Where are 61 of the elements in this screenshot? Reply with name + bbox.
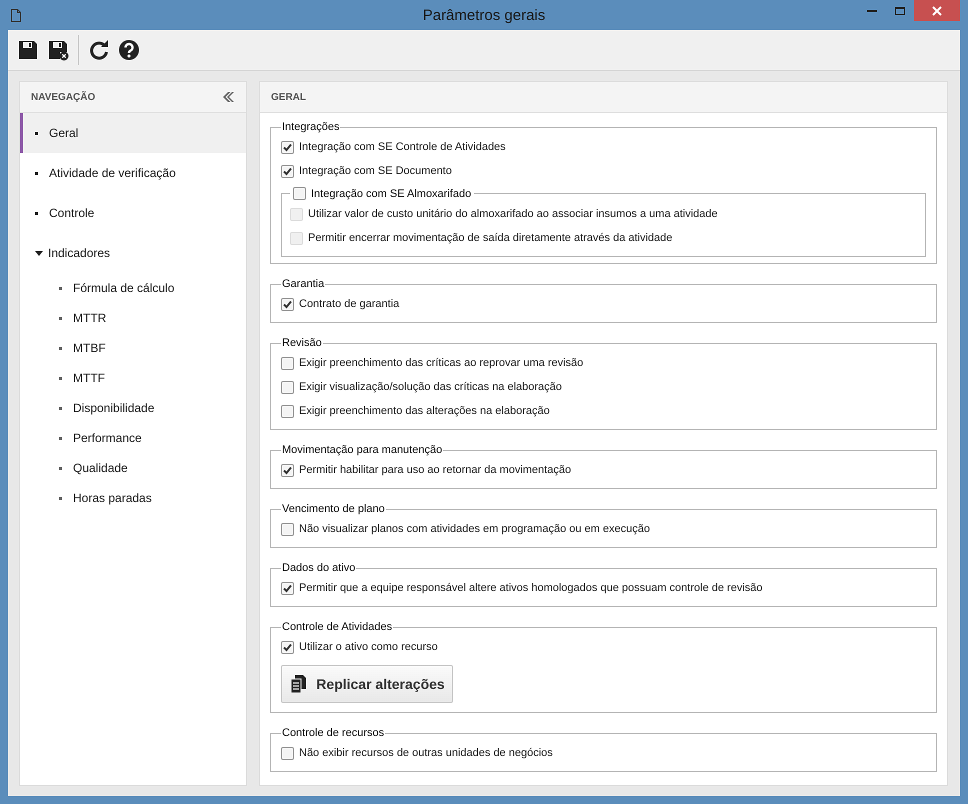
checkbox-label: Permitir encerrar movimentação de saída diretamente através da atividade bbox=[308, 232, 672, 244]
checkbox-label: Exigir preenchimento das alterações na elaboração bbox=[299, 405, 550, 417]
checkbox-label: Exigir preenchimento das críticas ao reprovar uma revisão bbox=[299, 357, 584, 369]
minimize-icon[interactable] bbox=[867, 8, 877, 12]
checkbox-label: Permitir que a equipe responsável altere ativos homologados que possuam controle de revisão bbox=[299, 582, 762, 594]
replicate-button[interactable]: Replicar alterações bbox=[281, 665, 453, 703]
caret-icon bbox=[35, 250, 43, 256]
refresh-icon[interactable] bbox=[87, 38, 111, 62]
group-title: Controle de Atividades bbox=[281, 621, 394, 633]
help-icon[interactable] bbox=[117, 38, 141, 62]
maximize-icon[interactable] bbox=[895, 6, 905, 14]
save-icon[interactable] bbox=[16, 38, 40, 62]
panel-title: NAVEGAÇÃO bbox=[31, 92, 96, 102]
checkbox-label: Utilizar o ativo como recurso bbox=[299, 641, 438, 653]
document-icon bbox=[11, 8, 21, 22]
checkbox-label: Integração com SE Almoxarifado bbox=[311, 188, 472, 200]
group-title: Dados do ativo bbox=[281, 562, 356, 574]
window-title: Parâmetros gerais bbox=[422, 6, 546, 24]
nav-item[interactable]: Performance bbox=[20, 423, 246, 453]
checkbox[interactable] bbox=[281, 522, 294, 536]
checkbox[interactable] bbox=[293, 187, 306, 200]
checkbox-label: Permitir habilitar para uso ao retornar da movimentação bbox=[299, 464, 572, 476]
checkbox[interactable] bbox=[281, 404, 294, 418]
checkbox-label: Utilizar valor de custo unitário do almoxarifado ao associar insumos a uma atividade bbox=[308, 208, 718, 220]
checkbox-label: Exigir visualização/solução das críticas na elaboração bbox=[299, 381, 562, 393]
checkbox[interactable] bbox=[281, 380, 294, 394]
checkbox-label: Contrato de garantia bbox=[299, 298, 400, 310]
nav-item[interactable]: Fórmula de cálculo bbox=[20, 273, 246, 303]
collapse-icon[interactable] bbox=[222, 92, 234, 102]
group-title: Revisão bbox=[281, 337, 323, 349]
nav-item[interactable]: Qualidade bbox=[20, 453, 246, 483]
checkbox[interactable] bbox=[281, 746, 294, 760]
checkbox-label: Não visualizar planos com atividades em programação ou em execução bbox=[299, 523, 650, 535]
checkbox-label: Integração com SE Controle de Atividades bbox=[299, 141, 506, 153]
nav-item[interactable]: Geral bbox=[20, 113, 246, 153]
nav-item[interactable]: Atividade de verificação bbox=[20, 153, 246, 193]
group-title: Movimentação para manutenção bbox=[281, 444, 444, 456]
checkbox[interactable] bbox=[281, 464, 294, 476]
group-title: Vencimento de plano bbox=[281, 503, 386, 515]
close-icon bbox=[932, 6, 942, 16]
nav-item[interactable]: Disponibilidade bbox=[20, 393, 246, 423]
checkbox[interactable] bbox=[281, 356, 294, 370]
nav-item[interactable]: MTTR bbox=[20, 303, 246, 333]
nav-item[interactable]: Horas paradas bbox=[20, 483, 246, 513]
panel-title: GERAL bbox=[271, 92, 306, 102]
group-title: Garantia bbox=[281, 278, 326, 290]
checkbox[interactable] bbox=[281, 164, 294, 178]
nav-item[interactable]: MTBF bbox=[20, 333, 246, 363]
nav-item[interactable]: Indicadores bbox=[20, 233, 246, 273]
checkbox-label: Não exibir recursos de outras unidades de negócios bbox=[299, 747, 553, 759]
checkbox[interactable] bbox=[281, 140, 294, 154]
nav-item[interactable]: MTTF bbox=[20, 363, 246, 393]
checkbox[interactable] bbox=[281, 640, 294, 654]
checkbox[interactable] bbox=[281, 298, 294, 310]
close-button[interactable] bbox=[914, 0, 960, 21]
save-and-close-icon[interactable] bbox=[46, 38, 70, 62]
checkbox-label: Integração com SE Documento bbox=[299, 165, 452, 177]
checkbox[interactable] bbox=[281, 582, 294, 594]
group-title: Controle de recursos bbox=[281, 727, 386, 739]
nav-item[interactable]: Controle bbox=[20, 193, 246, 233]
group-title: Integrações bbox=[281, 121, 340, 133]
